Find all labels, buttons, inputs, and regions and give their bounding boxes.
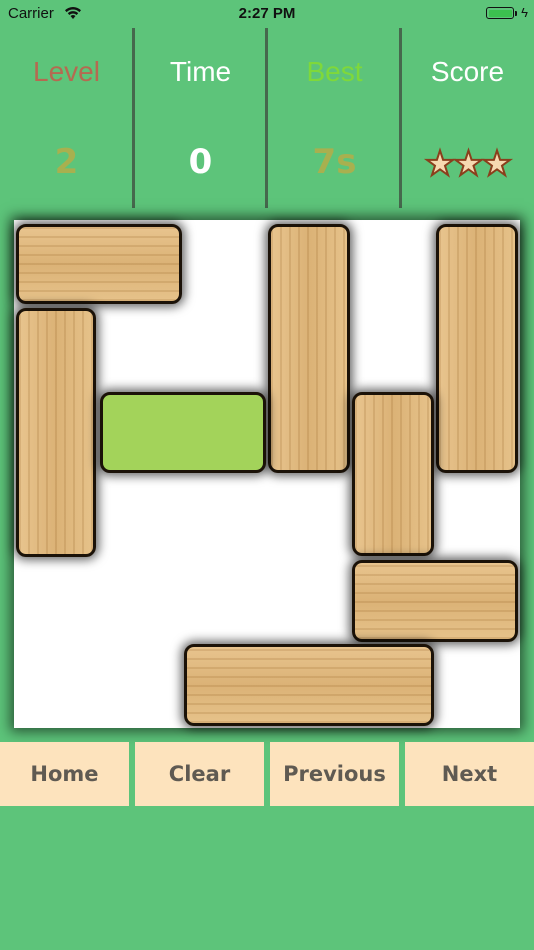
level-stat: Level 2 — [0, 28, 133, 208]
time-label: Time — [169, 56, 232, 87]
home-button[interactable]: Home — [0, 742, 129, 806]
status-bar: Carrier 2:27 PM ϟ — [0, 0, 534, 28]
wood-block-horizontal[interactable] — [184, 644, 434, 726]
best-label: Best — [306, 56, 363, 87]
level-value: 2 — [54, 142, 79, 182]
stat-divider — [265, 28, 268, 208]
wood-block-horizontal[interactable] — [16, 224, 182, 304]
time-stat: Time 0 — [134, 28, 267, 208]
wood-block-vertical[interactable] — [268, 224, 350, 473]
previous-button[interactable]: Previous — [270, 742, 399, 806]
wood-block-vertical[interactable] — [352, 392, 434, 556]
stat-divider — [132, 28, 135, 208]
level-label: Level — [33, 56, 100, 87]
stat-divider — [399, 28, 402, 208]
battery-icon — [486, 7, 514, 19]
puzzle-board — [14, 220, 520, 728]
wood-block-vertical[interactable] — [16, 308, 96, 557]
score-label: Score — [430, 56, 505, 87]
charging-icon: ϟ — [521, 5, 528, 20]
battery-tip — [515, 11, 517, 16]
next-button[interactable]: Next — [405, 742, 534, 806]
best-value: 7s — [312, 142, 357, 182]
green-target-block[interactable] — [100, 392, 266, 473]
clear-button[interactable]: Clear — [135, 742, 264, 806]
wood-block-vertical[interactable] — [436, 224, 518, 473]
wood-block-horizontal[interactable] — [352, 560, 518, 642]
time-value: 0 — [188, 142, 213, 182]
score-stars-icon: ★★★ — [424, 144, 513, 184]
best-stat: Best 7s — [268, 28, 401, 208]
status-time: 2:27 PM — [238, 5, 296, 22]
score-stat: Score ★★★ — [401, 28, 534, 208]
